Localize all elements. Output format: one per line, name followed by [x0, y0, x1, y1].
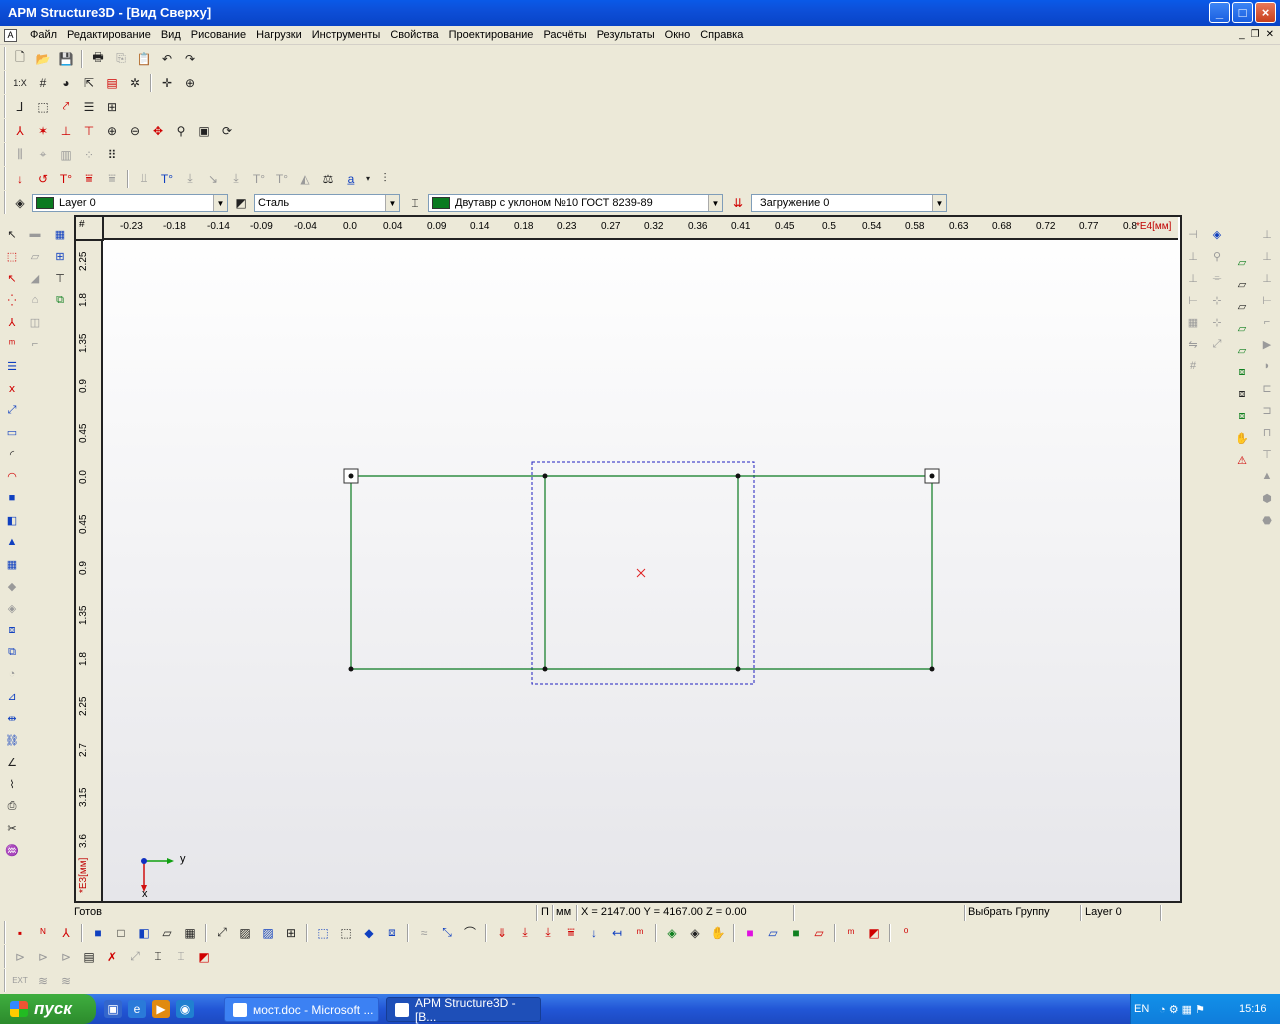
plate-outline-icon[interactable]: □: [110, 922, 132, 944]
show-nodes-icon[interactable]: ▪: [9, 922, 31, 944]
structure-drawing: [141, 461, 940, 892]
quick-launch: ▣ e ▶ ◉: [104, 1000, 194, 1018]
start-label: пуск: [34, 999, 72, 1018]
axis-y-label: y: [180, 853, 186, 865]
solid-outline-icon[interactable]: ⬚: [335, 922, 357, 944]
node[interactable]: [735, 473, 741, 479]
clock[interactable]: 15:16: [1239, 1003, 1267, 1015]
status-bar: Готов П мм X = 2147.00 Y = 4167.00 Z = 0…: [74, 905, 1182, 921]
status-command: Выбрать Группу: [968, 906, 1050, 918]
result-section-2-icon[interactable]: ⌶: [170, 946, 192, 968]
axis-indicator: [141, 858, 174, 892]
result-3-icon[interactable]: ⊳: [55, 946, 77, 968]
solid-fill-icon[interactable]: ◆: [358, 922, 380, 944]
show-springs-icon[interactable]: ≈: [413, 922, 435, 944]
node[interactable]: [735, 666, 741, 672]
show-forces-icon[interactable]: ⇓: [491, 922, 513, 944]
node[interactable]: [348, 473, 354, 479]
ext-icon[interactable]: EXT: [9, 970, 31, 992]
taskbar: пуск ▣ e ▶ ◉ мост.doc - Microsoft ... AP…: [0, 994, 1280, 1024]
explorer-icon[interactable]: ◉: [176, 1000, 194, 1018]
show-distributed-icon[interactable]: ⤓: [537, 922, 559, 944]
show-moments-icon[interactable]: ᵐ: [629, 922, 651, 944]
node[interactable]: [929, 473, 935, 479]
result-cross-icon[interactable]: ✗: [101, 946, 123, 968]
center-mark: [636, 568, 646, 578]
zero-line-icon[interactable]: ⁰: [895, 922, 917, 944]
bottom-toolbar-1: ▪ ᴺ ⅄ ■ □ ◧ ▱ ▦ ⤢ ▨ ▨ ⊞ ⬚ ⬚ ◆ ⧈ ≈ ⤡ ⌒ ⇓ …: [4, 921, 917, 944]
show-layers-icon[interactable]: ◈: [661, 922, 683, 944]
word-doc-icon: [233, 1002, 247, 1017]
plate-fill-icon[interactable]: ◧: [133, 922, 155, 944]
result-box-icon[interactable]: ◩: [193, 946, 215, 968]
start-button[interactable]: пуск: [0, 994, 96, 1024]
show-hand-icon[interactable]: ✋: [707, 922, 729, 944]
plate-plane-icon[interactable]: ▱: [156, 922, 178, 944]
bottom-toolbar-2: ⊳ ⊳ ⊳ ▤ ✗ ⤢ ⌶ ⌶ ◩: [4, 945, 215, 968]
status-layer: Layer 0: [1085, 906, 1122, 918]
result-2-icon[interactable]: ⊳: [32, 946, 54, 968]
show-pressure-icon[interactable]: ⩸: [560, 922, 582, 944]
internet-explorer-icon[interactable]: e: [128, 1000, 146, 1018]
status-unit: мм: [556, 906, 572, 918]
media-player-icon[interactable]: ▶: [152, 1000, 170, 1018]
result-arrow-icon[interactable]: ⤢: [124, 946, 146, 968]
result-1-icon[interactable]: ⊳: [9, 946, 31, 968]
node[interactable]: [348, 666, 354, 672]
plate-mesh-icon[interactable]: ▦: [179, 922, 201, 944]
axis-x-label: x: [142, 888, 148, 900]
mass-box-icon[interactable]: ◩: [863, 922, 885, 944]
show-hinges-icon[interactable]: ⤡: [436, 922, 458, 944]
show-temperature-icon[interactable]: ↓: [583, 922, 605, 944]
show-loads-icon[interactable]: ⤓: [514, 922, 536, 944]
system-tray: ◔ ⚙ ▦ ⚑ 15:16: [1130, 994, 1280, 1024]
green-color-icon[interactable]: ■: [785, 922, 807, 944]
member-axes-icon[interactable]: ⊞: [280, 922, 302, 944]
show-members-icon[interactable]: ⤢: [211, 922, 233, 944]
member-hatch-icon[interactable]: ▨: [234, 922, 256, 944]
node[interactable]: [542, 666, 548, 672]
node-numbers-icon[interactable]: ᴺ: [32, 922, 54, 944]
status-coords: X = 2147.00 Y = 4167.00 Z = 0.00: [581, 906, 747, 918]
windows-logo-icon: [10, 1001, 28, 1017]
task-apm[interactable]: APM Structure3D - [В...: [386, 995, 541, 1024]
node[interactable]: [542, 473, 548, 479]
color-plane-2-icon[interactable]: ▱: [808, 922, 830, 944]
bottom-toolbar-3: EXT ≋ ≋: [4, 969, 77, 992]
apm-app-icon: [395, 1002, 409, 1017]
node[interactable]: [929, 666, 935, 672]
mass-display-icon[interactable]: ᵐ: [840, 922, 862, 944]
show-angle-icon[interactable]: ↤: [606, 922, 628, 944]
wave-icon[interactable]: ≋: [32, 970, 54, 992]
task-word[interactable]: мост.doc - Microsoft ...: [224, 997, 379, 1022]
status-mode: П: [541, 906, 549, 918]
show-layers-2-icon[interactable]: ◈: [684, 922, 706, 944]
quick-launch-app-icon[interactable]: ▣: [104, 1000, 122, 1018]
language-indicator[interactable]: EN: [1134, 1003, 1149, 1015]
show-arch-icon[interactable]: ⌒: [459, 922, 481, 944]
task-apm-label: APM Structure3D - [В...: [414, 995, 516, 1024]
tray-icons[interactable]: ◔ ⚙ ▦ ⚑: [1159, 1003, 1205, 1016]
selection-box: [531, 461, 755, 685]
wave-2-icon[interactable]: ≋: [55, 970, 77, 992]
member-section-icon[interactable]: ▨: [257, 922, 279, 944]
status-ready: Готов: [74, 906, 102, 918]
solid-mesh-icon[interactable]: ⧈: [381, 922, 403, 944]
result-table-icon[interactable]: ▤: [78, 946, 100, 968]
magenta-color-icon[interactable]: ■: [739, 922, 761, 944]
task-word-label: мост.doc - Microsoft ...: [253, 1002, 374, 1017]
result-section-icon[interactable]: ⌶: [147, 946, 169, 968]
local-axes-icon[interactable]: ⅄: [55, 922, 77, 944]
show-plates-icon[interactable]: ■: [87, 922, 109, 944]
show-solids-icon[interactable]: ⬚: [312, 922, 334, 944]
color-plane-icon[interactable]: ▱: [762, 922, 784, 944]
